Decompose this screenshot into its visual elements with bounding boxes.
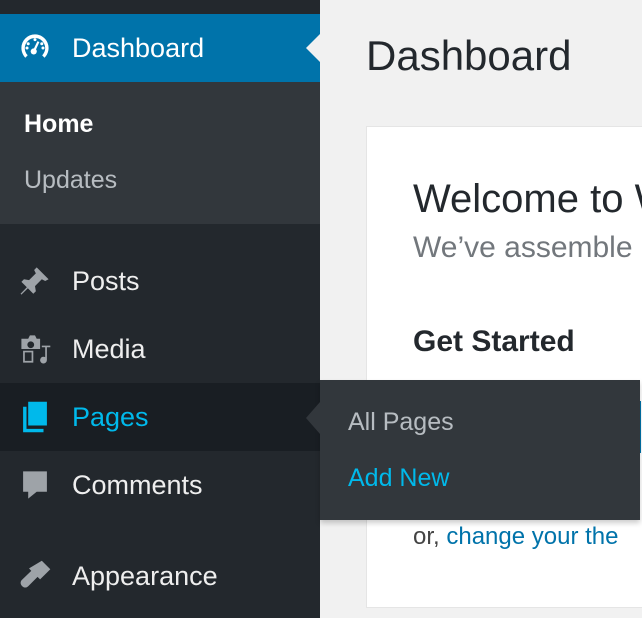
flyout-item-all-pages[interactable]: All Pages xyxy=(348,408,454,437)
comment-icon xyxy=(18,468,52,502)
sidebar-item-media[interactable]: Media xyxy=(0,315,320,383)
sidebar-item-pages[interactable]: Pages xyxy=(0,383,320,451)
get-started-heading: Get Started xyxy=(413,325,575,358)
sidebar-item-appearance[interactable]: Appearance xyxy=(0,542,320,610)
or-text: or, xyxy=(413,523,440,550)
welcome-panel: Welcome to W We’ve assemble Get Started … xyxy=(366,126,642,608)
sidebar-item-label: Comments xyxy=(72,469,203,500)
pages-flyout-menu: All Pages Add New xyxy=(306,380,640,520)
change-theme-link[interactable]: change your the xyxy=(446,523,618,550)
sidebar-item-comments[interactable]: Comments xyxy=(0,451,320,519)
submenu-item-home[interactable]: Home xyxy=(24,110,93,139)
welcome-about-text: We’ve assemble xyxy=(413,231,633,264)
sidebar-item-dashboard[interactable]: Dashboard xyxy=(0,14,320,82)
dashboard-icon xyxy=(18,31,52,65)
sidebar-item-label: Pages xyxy=(72,401,149,432)
flyout-item-add-new[interactable]: Add New xyxy=(348,464,449,493)
admin-sidebar: Dashboard Home Updates Posts Media Pages… xyxy=(0,0,320,618)
pin-icon xyxy=(18,264,52,298)
welcome-heading: Welcome to W xyxy=(413,177,642,221)
or-change-theme-line: or, change your the xyxy=(413,523,618,551)
pages-icon xyxy=(18,400,52,434)
sidebar-item-label: Media xyxy=(72,333,146,364)
submenu-item-updates[interactable]: Updates xyxy=(24,166,117,195)
page-title: Dashboard xyxy=(366,32,572,79)
sidebar-item-label: Posts xyxy=(72,265,140,296)
sidebar-item-label: Appearance xyxy=(72,560,218,591)
dashboard-submenu: Home Updates xyxy=(0,82,320,224)
media-icon xyxy=(18,332,52,366)
sidebar-item-posts[interactable]: Posts xyxy=(0,247,320,315)
brush-icon xyxy=(18,559,52,593)
sidebar-item-label: Dashboard xyxy=(72,32,205,63)
sidebar-top-strip xyxy=(0,0,320,14)
